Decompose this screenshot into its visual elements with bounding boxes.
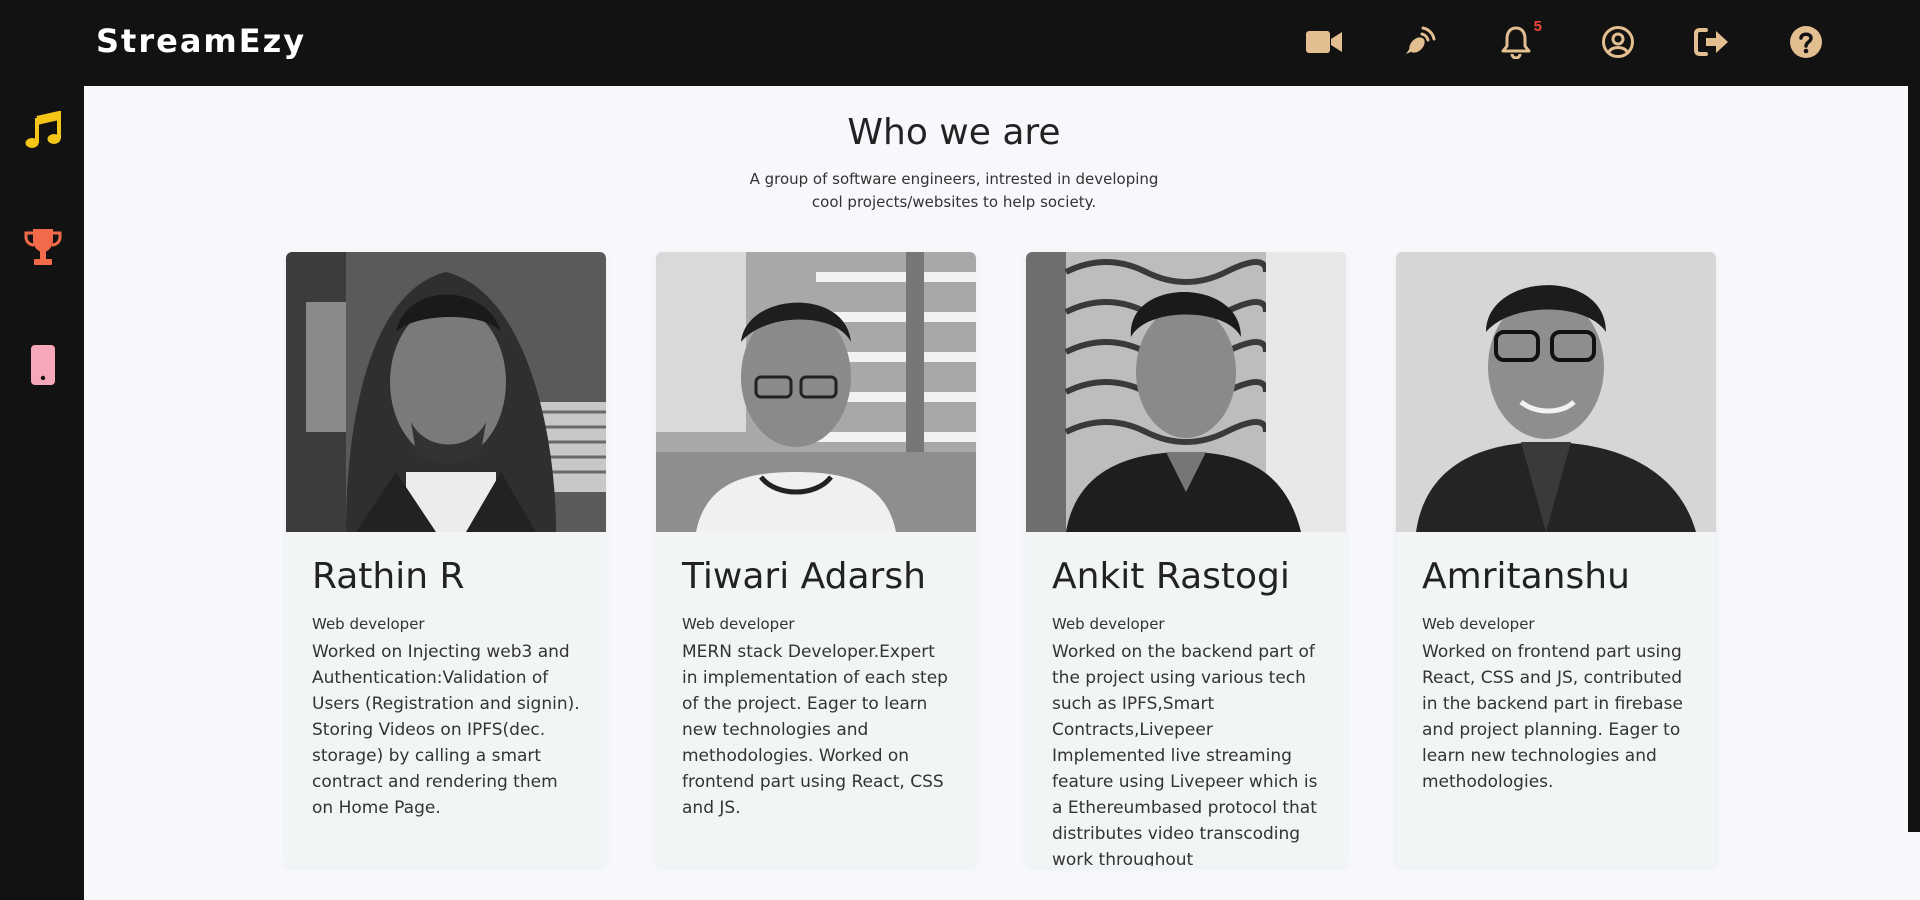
team-member-name: Amritanshu: [1422, 556, 1630, 597]
user-circle-icon[interactable]: [1598, 24, 1638, 60]
page-subtitle: A group of software engineers, intrested…: [749, 170, 1159, 211]
broadcast-icon[interactable]: [1400, 24, 1440, 60]
team-member-name: Tiwari Adarsh: [682, 556, 926, 597]
notification-count-badge: 5: [1533, 18, 1542, 35]
video-camera-icon[interactable]: [1304, 24, 1344, 60]
team-member-name: Ankit Rastogi: [1052, 556, 1290, 597]
main-content: Who we are A group of software engineers…: [84, 86, 1908, 900]
team-member-description: MERN stack Developer.Expert in implement…: [682, 642, 948, 818]
music-note-icon[interactable]: [22, 110, 64, 152]
page-title: Who we are: [847, 112, 1061, 153]
team-member-photo: [1396, 252, 1716, 532]
team-member-role: Web developer: [1422, 615, 1535, 633]
team-member-name: Rathin R: [312, 556, 465, 597]
scrollbar-track[interactable]: [1908, 86, 1920, 832]
team-member-role: Web developer: [1052, 615, 1165, 633]
sidebar: [0, 86, 84, 900]
brand-logo[interactable]: StreamEzy: [96, 22, 306, 60]
team-card: Rathin R Web developer Worked on Injecti…: [286, 252, 606, 866]
bell-icon[interactable]: 5: [1496, 18, 1542, 60]
team-member-description: Worked on Injecting web3 and Authenticat…: [312, 642, 580, 818]
team-member-role: Web developer: [682, 615, 795, 633]
team-card: Amritanshu Web developer Worked on front…: [1396, 252, 1716, 866]
team-card: Ankit Rastogi Web developer Worked on th…: [1026, 252, 1346, 866]
team-member-photo: [286, 252, 606, 532]
trophy-icon[interactable]: [22, 226, 64, 268]
team-card: Tiwari Adarsh Web developer MERN stack D…: [656, 252, 976, 866]
team-member-description: Worked on frontend part using React, CSS…: [1422, 642, 1683, 792]
help-icon[interactable]: [1786, 24, 1826, 60]
mobile-phone-icon[interactable]: [22, 344, 64, 386]
team-member-role: Web developer: [312, 615, 425, 633]
team-member-photo: [656, 252, 976, 532]
logout-icon[interactable]: [1692, 24, 1732, 60]
team-member-photo: [1026, 252, 1346, 532]
top-navbar: StreamEzy 5: [0, 0, 1920, 86]
team-member-description: Worked on the backend part of the projec…: [1052, 642, 1318, 866]
